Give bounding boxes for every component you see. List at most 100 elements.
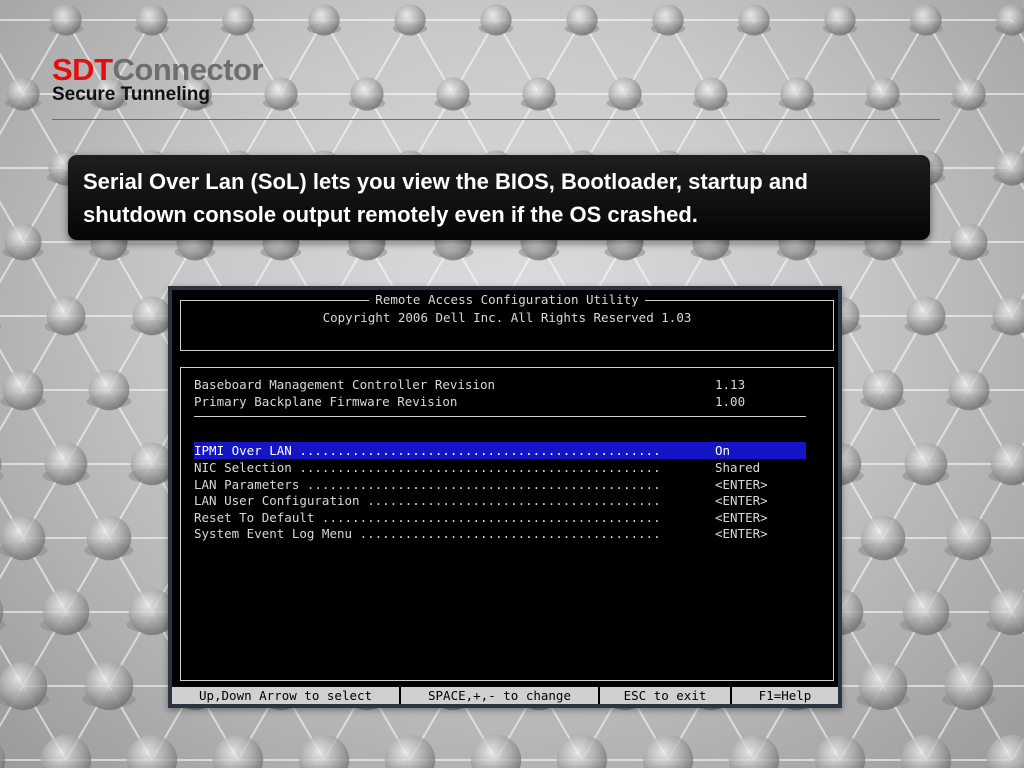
network-node xyxy=(348,77,386,111)
menu-item-label: LAN User Configuration .................… xyxy=(194,493,661,508)
network-node xyxy=(220,4,256,36)
network-node xyxy=(48,4,84,36)
network-node xyxy=(134,4,170,36)
menu-item-lan-user-configuration[interactable]: LAN User Configuration .................… xyxy=(194,492,806,509)
network-node xyxy=(948,223,990,261)
menu-item-label: LAN Parameters .........................… xyxy=(194,477,661,492)
network-node xyxy=(986,734,1024,768)
network-node xyxy=(814,734,866,768)
network-node xyxy=(86,369,132,411)
network-node xyxy=(0,661,50,711)
network-node xyxy=(992,150,1024,186)
network-node xyxy=(946,369,992,411)
bios-status-bar: Up,Down Arrow to select SPACE,+,- to cha… xyxy=(172,687,838,704)
network-node xyxy=(990,296,1024,336)
network-node xyxy=(434,77,472,111)
network-node xyxy=(84,515,134,561)
network-node xyxy=(126,734,178,768)
network-node xyxy=(0,744,6,768)
brand-name-connector: Connector xyxy=(112,52,264,87)
network-node xyxy=(82,661,136,711)
bios-copyright: Copyright 2006 Dell Inc. All Rights Rese… xyxy=(322,310,692,325)
status-hint-help: F1=Help xyxy=(758,688,812,703)
network-node xyxy=(856,661,910,711)
network-node xyxy=(904,296,948,336)
network-node xyxy=(860,369,906,411)
brand-logo: SDTConnector Secure Tunneling xyxy=(52,52,263,106)
menu-item-label: System Event Log Menu ..................… xyxy=(194,526,661,541)
network-node xyxy=(4,77,42,111)
network-node xyxy=(564,4,600,36)
network-node xyxy=(298,734,350,768)
network-node xyxy=(994,4,1024,36)
network-node xyxy=(44,296,88,336)
menu-item-reset-to-default[interactable]: Reset To Default .......................… xyxy=(194,509,806,526)
network-node xyxy=(606,77,644,111)
network-node xyxy=(40,734,92,768)
info-separator xyxy=(194,416,806,417)
menu-item-value: <ENTER> xyxy=(715,526,768,541)
network-node xyxy=(306,4,342,36)
network-node xyxy=(0,369,46,411)
network-node xyxy=(262,77,300,111)
bios-header-box: Remote Access Configuration Utility Copy… xyxy=(180,292,834,351)
network-node xyxy=(650,4,686,36)
info-value: 1.00 xyxy=(715,394,746,409)
network-node xyxy=(212,734,264,768)
network-node xyxy=(470,734,522,768)
network-node xyxy=(642,734,694,768)
menu-item-ipmi-over-lan[interactable]: IPMI Over LAN ..........................… xyxy=(194,442,806,459)
menu-item-nic-selection[interactable]: NIC Selection ..........................… xyxy=(194,459,806,476)
network-node xyxy=(392,4,428,36)
info-label: Primary Backplane Firmware Revision xyxy=(194,394,458,409)
network-node xyxy=(944,515,994,561)
network-node xyxy=(778,77,816,111)
network-node xyxy=(40,588,92,636)
status-hint-exit: ESC to exit xyxy=(600,687,732,704)
bios-title: Remote Access Configuration Utility xyxy=(369,292,645,307)
menu-item-value: Shared xyxy=(715,460,761,475)
network-node xyxy=(902,442,950,486)
header-divider xyxy=(52,119,940,120)
menu-item-label: IPMI Over LAN ..........................… xyxy=(194,443,661,458)
network-node xyxy=(900,734,952,768)
menu-item-value: <ENTER> xyxy=(715,493,768,508)
network-node xyxy=(478,4,514,36)
menu-item-value: On xyxy=(715,443,731,458)
network-node xyxy=(384,734,436,768)
network-node xyxy=(728,734,780,768)
info-row-backplane-revision: Primary Backplane Firmware Revision 1.00 xyxy=(194,393,806,410)
network-node xyxy=(692,77,730,111)
network-node xyxy=(130,296,174,336)
status-hint-select: Up,Down Arrow to select xyxy=(172,687,401,704)
network-node xyxy=(986,588,1024,636)
network-node xyxy=(2,223,44,261)
network-node xyxy=(556,734,608,768)
network-node xyxy=(942,661,996,711)
info-value: 1.13 xyxy=(715,377,746,392)
network-node xyxy=(908,4,944,36)
bios-screen: Remote Access Configuration Utility Copy… xyxy=(172,290,838,704)
network-node xyxy=(864,77,902,111)
network-node xyxy=(858,515,908,561)
info-row-bmc-revision: Baseboard Management Controller Revision… xyxy=(194,376,806,393)
network-node xyxy=(900,588,952,636)
network-node xyxy=(736,4,772,36)
callout-box: Serial Over Lan (SoL) lets you view the … xyxy=(68,155,930,240)
menu-item-label: NIC Selection ..........................… xyxy=(194,460,661,475)
callout-text: Serial Over Lan (SoL) lets you view the … xyxy=(83,169,808,227)
network-node xyxy=(988,442,1024,486)
brand-name: SDTConnector xyxy=(52,52,263,88)
network-node xyxy=(822,4,858,36)
info-label: Baseboard Management Controller Revision xyxy=(194,377,496,392)
menu-item-value: <ENTER> xyxy=(715,510,768,525)
network-node xyxy=(42,442,90,486)
bios-main-box: Baseboard Management Controller Revision… xyxy=(180,367,834,681)
brand-name-sdt: SDT xyxy=(52,52,113,87)
network-node xyxy=(950,77,988,111)
bios-screen-frame: Remote Access Configuration Utility Copy… xyxy=(168,286,842,708)
menu-item-system-event-log-menu[interactable]: System Event Log Menu ..................… xyxy=(194,525,806,542)
network-node xyxy=(0,515,48,561)
menu-item-lan-parameters[interactable]: LAN Parameters .........................… xyxy=(194,476,806,493)
menu-item-label: Reset To Default .......................… xyxy=(194,510,661,525)
